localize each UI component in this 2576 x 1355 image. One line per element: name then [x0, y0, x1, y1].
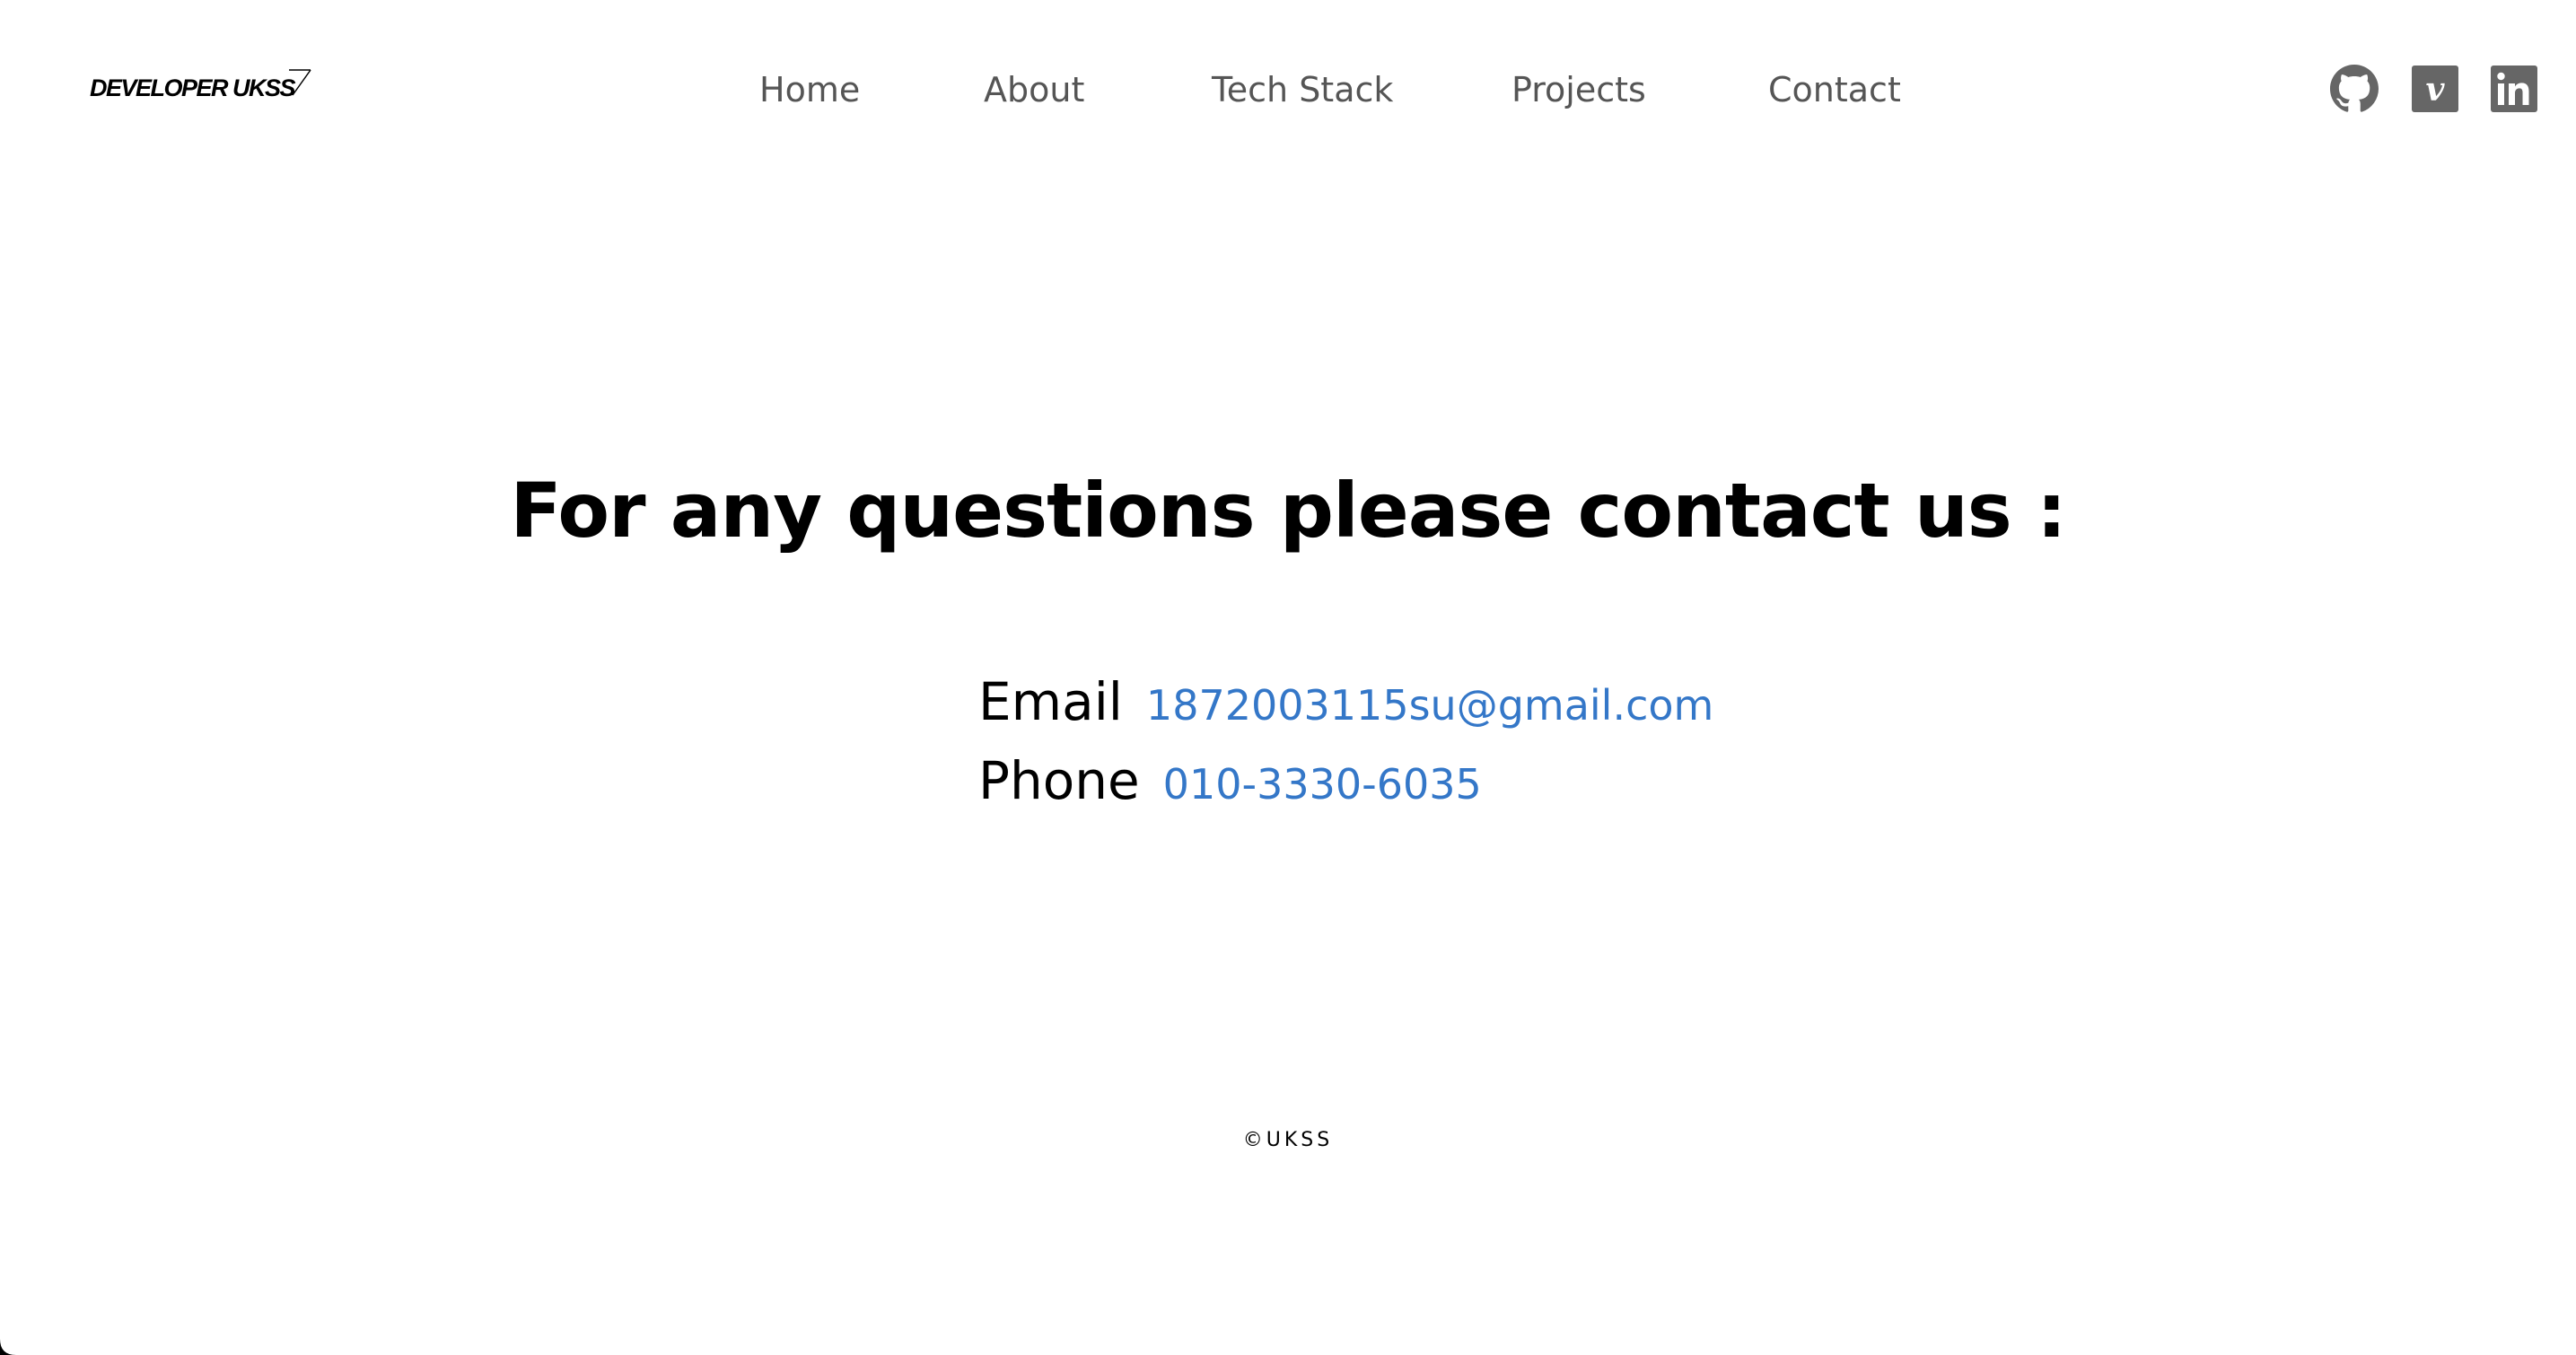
vimeo-link[interactable]: v: [2411, 65, 2459, 113]
contact-page: DEVELOPER UKSS Home About Tech Stack Pro…: [0, 0, 2576, 1355]
vimeo-icon: v: [2412, 66, 2458, 112]
github-icon: [2330, 65, 2379, 112]
email-row: Email 1872003115su@gmail.com: [978, 671, 1713, 732]
site-header: DEVELOPER UKSS Home About Tech Stack Pro…: [0, 0, 2576, 179]
email-label: Email: [978, 671, 1123, 732]
email-link[interactable]: 1872003115su@gmail.com: [1146, 681, 1713, 730]
nav-home[interactable]: Home: [759, 63, 860, 117]
phone-row: Phone 010-3330-6035: [978, 750, 1482, 811]
copyright-text: ©UKSS: [1242, 1129, 1334, 1151]
nav-contact[interactable]: Contact: [1768, 63, 1901, 117]
svg-text:v: v: [2426, 71, 2446, 109]
window-corner: [0, 1339, 16, 1355]
page-title: For any questions please contact us :: [510, 467, 2066, 555]
nav-tech-stack[interactable]: Tech Stack: [1212, 63, 1393, 117]
github-link[interactable]: [2330, 65, 2379, 113]
phone-label: Phone: [978, 750, 1140, 811]
linkedin-link[interactable]: [2490, 65, 2538, 113]
nav-projects[interactable]: Projects: [1511, 63, 1646, 117]
linkedin-icon: [2491, 66, 2537, 112]
phone-link[interactable]: 010-3330-6035: [1163, 760, 1482, 809]
nav-about[interactable]: About: [984, 63, 1084, 117]
main-nav: Home About Tech Stack Projects Contact: [0, 63, 2576, 117]
